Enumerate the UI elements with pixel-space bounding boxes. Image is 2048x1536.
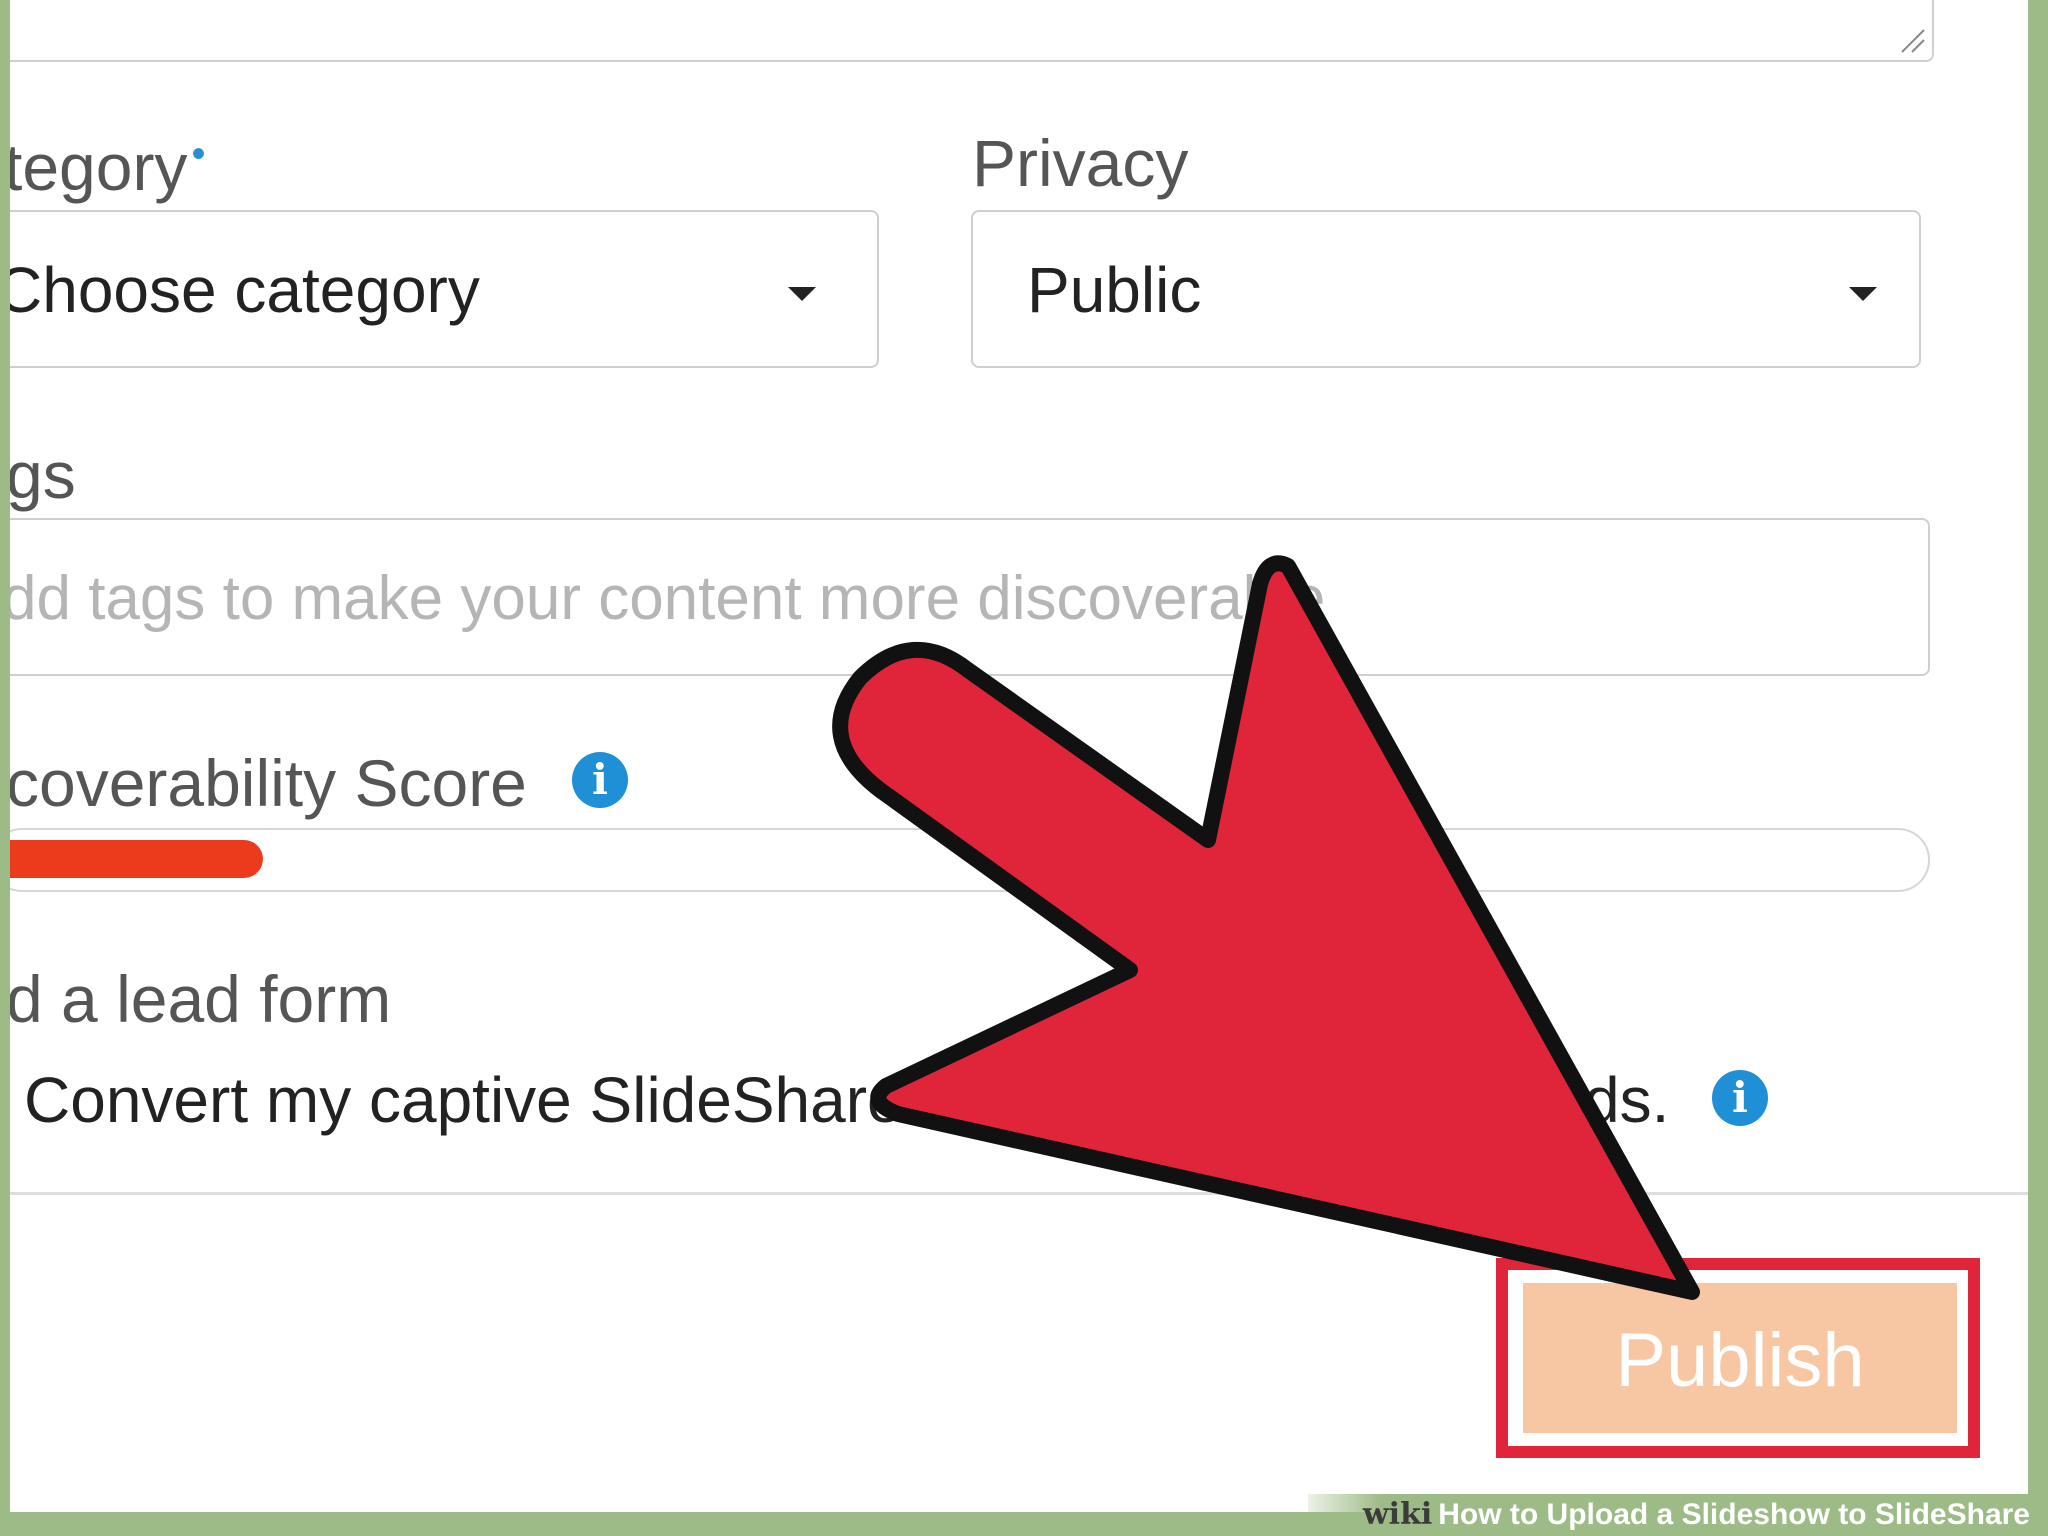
description-textarea[interactable] [10, 0, 1934, 62]
chevron-down-icon [788, 287, 816, 301]
category-select-value: Choose category [10, 254, 480, 326]
publish-button[interactable]: Publish [1520, 1280, 1960, 1436]
upload-form-panel: tegory • Choose category Privacy Public g… [10, 0, 2028, 1512]
chevron-down-icon [1849, 287, 1877, 301]
discoverability-score-label: coverability Score [10, 746, 527, 820]
lead-form-checkbox-text[interactable]: Convert my captive SlideShare [24, 1068, 903, 1132]
tags-input[interactable]: dd tags to make your content more discov… [10, 518, 1930, 676]
tags-input-placeholder: dd tags to make your content more discov… [10, 564, 1326, 633]
lead-form-checkbox-text-tail: ds. [1584, 1064, 1670, 1136]
watermark-wiki: wiki [1362, 1497, 1433, 1532]
privacy-label: Privacy [972, 126, 1189, 200]
category-label-text: tegory [10, 130, 188, 204]
required-marker: • [191, 132, 206, 176]
discoverability-progress-fill [10, 840, 263, 878]
lead-form-label: d a lead form [10, 962, 392, 1036]
watermark-title: How to Upload a Slideshow to SlideShare [1438, 1498, 2030, 1531]
resize-grip-icon[interactable] [1896, 24, 1926, 54]
category-label: tegory • [10, 134, 205, 200]
category-select[interactable]: Choose category [10, 210, 879, 368]
divider [10, 1192, 2028, 1195]
wikihow-watermark: wiki How to Upload a Slideshow to SlideSh… [1308, 1494, 2048, 1536]
info-icon[interactable]: i [572, 752, 628, 808]
discoverability-progress-bar [10, 828, 1930, 892]
privacy-select[interactable]: Public [971, 210, 1921, 368]
info-icon[interactable]: i [1712, 1070, 1768, 1126]
privacy-select-value: Public [1027, 254, 1202, 326]
tags-label: gs [10, 438, 76, 512]
